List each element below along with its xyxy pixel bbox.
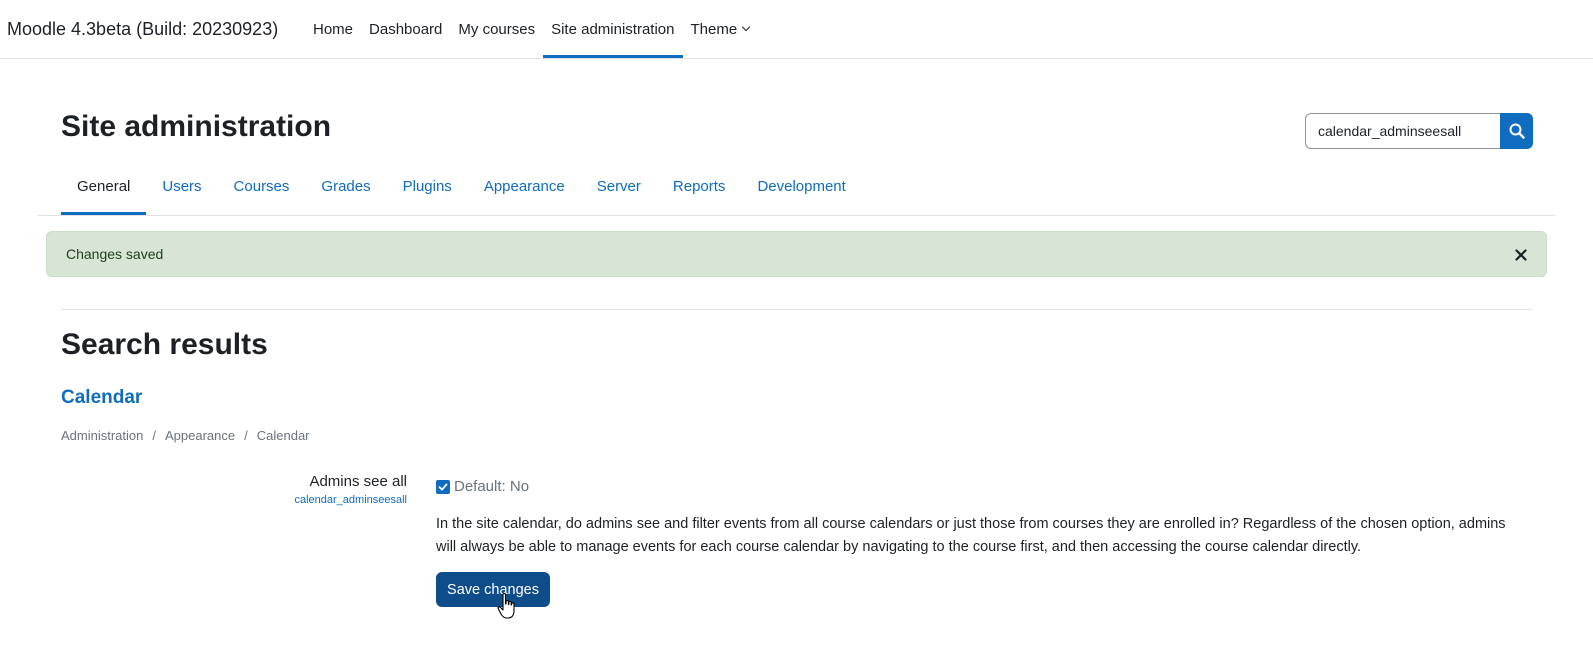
- setting-label: Admins see all: [309, 473, 407, 490]
- tab-general[interactable]: General: [61, 158, 147, 215]
- tab-server[interactable]: Server: [581, 158, 657, 215]
- page-title: Site administration: [61, 110, 332, 143]
- breadcrumb-administration[interactable]: Administration: [61, 428, 143, 443]
- admins-see-all-checkbox[interactable]: [436, 480, 450, 494]
- nav-link-home[interactable]: Home: [305, 0, 361, 58]
- nav-link-label: My courses: [458, 20, 536, 38]
- search-results-title: Search results: [61, 328, 268, 361]
- search-icon: [1509, 123, 1525, 139]
- breadcrumb: Administration / Appearance / Calendar: [61, 428, 310, 443]
- calendar-section-link[interactable]: Calendar: [61, 387, 142, 409]
- primary-navigation: Home Dashboard My courses Site administr…: [305, 0, 757, 58]
- tab-grades[interactable]: Grades: [305, 158, 386, 215]
- nav-link-label: Site administration: [551, 20, 675, 38]
- tab-development[interactable]: Development: [741, 158, 861, 215]
- alert-message: Changes saved: [66, 246, 164, 262]
- tab-reports[interactable]: Reports: [657, 158, 742, 215]
- site-brand[interactable]: Moodle 4.3beta (Build: 20230923): [7, 19, 278, 40]
- nav-link-site-administration[interactable]: Site administration: [543, 0, 683, 58]
- admin-tabs: General Users Courses Grades Plugins App…: [61, 158, 862, 215]
- close-icon: [1515, 249, 1527, 261]
- nav-link-theme-dropdown[interactable]: Theme: [683, 0, 758, 58]
- nav-link-label: Home: [313, 20, 354, 38]
- tabs-divider: [38, 215, 1555, 216]
- check-icon: [438, 483, 448, 491]
- alert-close-button[interactable]: [1514, 248, 1528, 262]
- save-changes-button[interactable]: Save changes: [436, 572, 550, 607]
- setting-description: In the site calendar, do admins see and …: [436, 516, 1506, 555]
- breadcrumb-separator: /: [152, 428, 156, 443]
- setting-key: calendar_adminseesall: [294, 494, 407, 506]
- admin-search-input[interactable]: [1305, 113, 1500, 149]
- nav-link-dashboard[interactable]: Dashboard: [361, 0, 450, 58]
- setting-default-value: Default: No: [454, 478, 530, 495]
- admin-search-button[interactable]: [1500, 113, 1533, 149]
- hand-pointer-icon: [497, 593, 515, 619]
- top-navbar: Moodle 4.3beta (Build: 20230923) Home Da…: [0, 0, 1593, 59]
- section-divider: [61, 309, 1532, 310]
- tab-users[interactable]: Users: [146, 158, 217, 215]
- chevron-down-icon: [741, 22, 751, 32]
- breadcrumb-calendar[interactable]: Calendar: [257, 428, 310, 443]
- nav-link-label: Dashboard: [369, 20, 443, 38]
- breadcrumb-separator: /: [244, 428, 248, 443]
- success-alert: Changes saved: [46, 231, 1547, 277]
- tab-appearance[interactable]: Appearance: [468, 158, 581, 215]
- breadcrumb-appearance[interactable]: Appearance: [165, 428, 235, 443]
- tab-plugins[interactable]: Plugins: [387, 158, 468, 215]
- tab-courses[interactable]: Courses: [218, 158, 306, 215]
- nav-link-my-courses[interactable]: My courses: [450, 0, 543, 58]
- nav-link-label: Theme: [690, 20, 738, 38]
- admin-search: [1305, 113, 1533, 149]
